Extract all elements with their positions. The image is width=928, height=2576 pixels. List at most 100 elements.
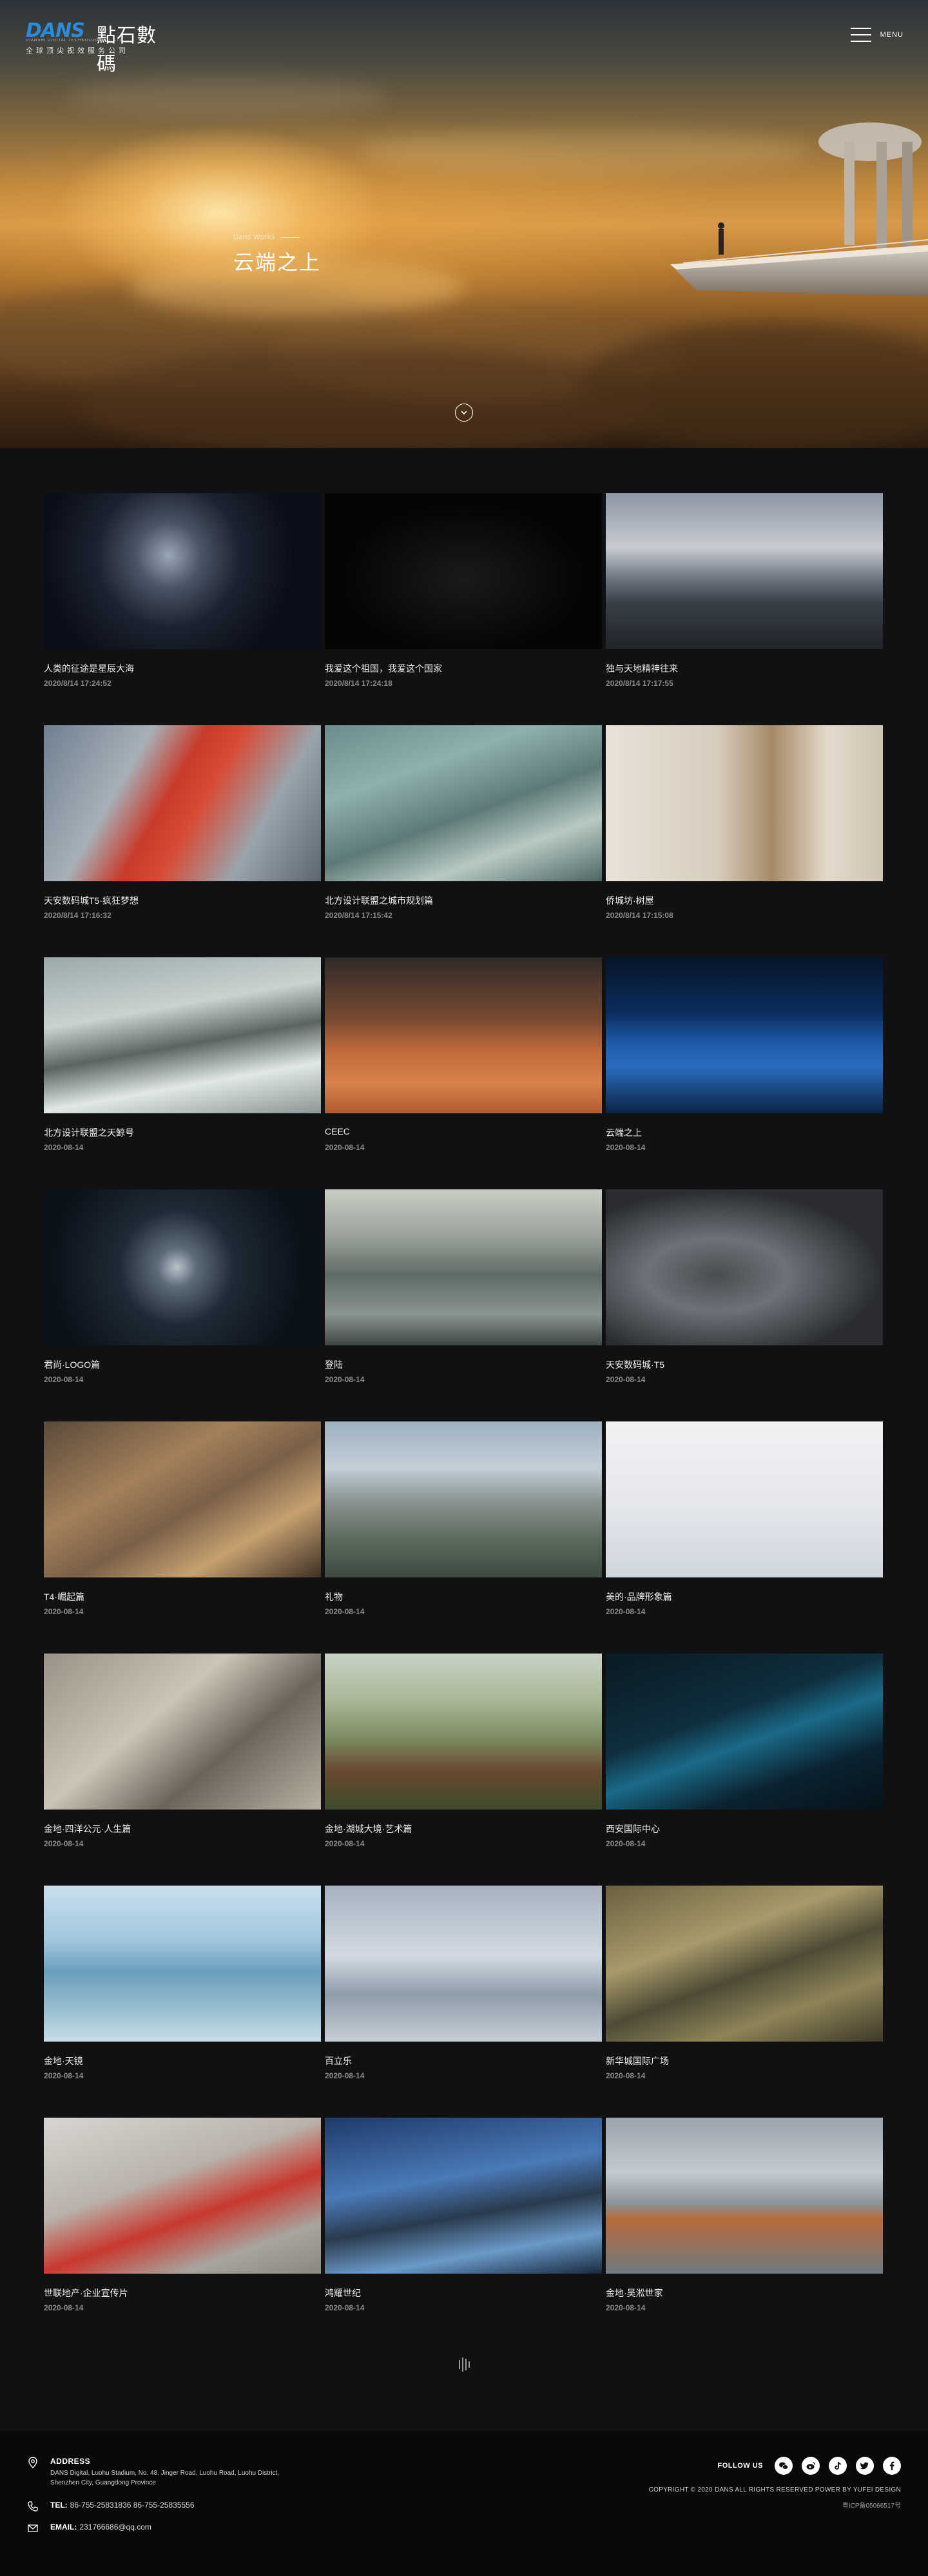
email-icon xyxy=(28,2524,38,2532)
load-more-icon[interactable] xyxy=(458,2356,470,2373)
work-title[interactable]: 礼物 xyxy=(325,1590,602,1602)
menu-button[interactable]: MENU xyxy=(850,27,904,43)
work-thumbnail[interactable] xyxy=(44,1654,321,1810)
site-logo[interactable]: DANS 點石數碼 DIANSHI DIGITAL TECHNOLOGY CO.… xyxy=(26,19,174,75)
work-title[interactable]: 登陆 xyxy=(325,1358,602,1370)
work-thumbnail[interactable] xyxy=(44,957,321,1113)
work-thumbnail[interactable] xyxy=(606,2118,883,2274)
work-card[interactable]: 北方设计联盟之城市规划篇 2020/8/14 17:15:42 xyxy=(325,725,602,957)
work-thumbnail[interactable] xyxy=(606,493,883,649)
work-card[interactable]: 新华城国际广场 2020-08-14 xyxy=(606,1886,883,2118)
work-card[interactable]: 美的·品牌形象篇 2020-08-14 xyxy=(606,1421,883,1654)
work-title[interactable]: 金地·吴淞世家 xyxy=(606,2287,883,2298)
work-thumbnail[interactable] xyxy=(44,1886,321,2042)
work-thumbnail[interactable] xyxy=(44,1421,321,1577)
work-title[interactable]: 世联地产·企业宣传片 xyxy=(44,2287,321,2298)
work-thumbnail[interactable] xyxy=(44,1189,321,1345)
twitter-button[interactable] xyxy=(856,2457,874,2475)
work-title[interactable]: 独与天地精神往来 xyxy=(606,662,883,674)
work-card[interactable]: CEEC 2020-08-14 xyxy=(325,957,602,1189)
wechat-button[interactable] xyxy=(775,2457,793,2475)
tel-value[interactable]: 86-755-25831836 86-755-25835556 xyxy=(70,2501,195,2510)
social-and-legal: FOLLOW US COPYRIGHT © 2020 DANS ALL RIGH… xyxy=(566,2457,901,2510)
work-date: 2020-08-14 xyxy=(44,2303,84,2312)
work-date: 2020/8/14 17:16:32 xyxy=(44,911,111,920)
work-title[interactable]: 鸿耀世纪 xyxy=(325,2287,602,2298)
work-title[interactable]: 云端之上 xyxy=(606,1126,883,1138)
work-title[interactable]: 天安数码城T5·疯狂梦想 xyxy=(44,894,321,906)
work-date: 2020-08-14 xyxy=(325,2303,365,2312)
work-card[interactable]: 登陆 2020-08-14 xyxy=(325,1189,602,1421)
work-card[interactable]: 世联地产·企业宣传片 2020-08-14 xyxy=(44,2118,321,2350)
work-title[interactable]: 新华城国际广场 xyxy=(606,2054,883,2066)
work-thumbnail[interactable] xyxy=(325,957,602,1113)
work-thumbnail[interactable] xyxy=(44,2118,321,2274)
work-card[interactable]: 北方设计联盟之天鲸号 2020-08-14 xyxy=(44,957,321,1189)
work-card[interactable]: 西安国际中心 2020-08-14 xyxy=(606,1654,883,1886)
work-title[interactable]: 百立乐 xyxy=(325,2054,602,2066)
work-title[interactable]: 美的·品牌形象篇 xyxy=(606,1590,883,1602)
work-card[interactable]: 人类的征途是星辰大海 2020/8/14 17:24:52 xyxy=(44,493,321,725)
facebook-icon xyxy=(889,2461,894,2470)
tiktok-button[interactable] xyxy=(829,2457,847,2475)
work-card[interactable]: 君尚·LOGO篇 2020-08-14 xyxy=(44,1189,321,1421)
weibo-button[interactable] xyxy=(802,2457,820,2475)
work-title[interactable]: 西安国际中心 xyxy=(606,1822,883,1834)
work-card[interactable]: 礼物 2020-08-14 xyxy=(325,1421,602,1654)
twitter-icon xyxy=(860,2462,869,2470)
work-card[interactable]: 金地·吴淞世家 2020-08-14 xyxy=(606,2118,883,2350)
work-thumbnail[interactable] xyxy=(325,1421,602,1577)
work-title[interactable]: CEEC xyxy=(325,1126,602,1138)
scroll-down-button[interactable] xyxy=(455,404,473,422)
work-thumbnail[interactable] xyxy=(325,725,602,881)
facebook-button[interactable] xyxy=(883,2457,901,2475)
work-thumbnail[interactable] xyxy=(606,1654,883,1810)
contact-info: ADDRESS DANS Digital, Luohu Stadium, No.… xyxy=(26,2457,412,2544)
work-thumbnail[interactable] xyxy=(606,725,883,881)
address-line-1: DANS Digital, Luohu Stadium, No. 48, Jin… xyxy=(50,2470,280,2477)
work-title[interactable]: 金地·天镜 xyxy=(44,2054,321,2066)
work-title[interactable]: 北方设计联盟之城市规划篇 xyxy=(325,894,602,906)
work-thumbnail[interactable] xyxy=(325,493,602,649)
work-date: 2020-08-14 xyxy=(606,1143,646,1152)
work-thumbnail[interactable] xyxy=(325,2118,602,2274)
work-title[interactable]: 金地·湖城大境·艺术篇 xyxy=(325,1822,602,1834)
work-title[interactable]: 北方设计联盟之天鲸号 xyxy=(44,1126,321,1138)
work-card[interactable]: 侨城坊·树屋 2020/8/14 17:15:08 xyxy=(606,725,883,957)
work-thumbnail[interactable] xyxy=(325,1886,602,2042)
work-thumbnail[interactable] xyxy=(325,1654,602,1810)
work-title[interactable]: T4·崛起篇 xyxy=(44,1590,321,1602)
work-card[interactable]: 金地·四洋公元·人生篇 2020-08-14 xyxy=(44,1654,321,1886)
work-card[interactable]: 云端之上 2020-08-14 xyxy=(606,957,883,1189)
work-card[interactable]: 我爱这个祖国，我爱这个国家 2020/8/14 17:24:18 xyxy=(325,493,602,725)
work-date: 2020-08-14 xyxy=(325,1375,365,1384)
work-thumbnail[interactable] xyxy=(44,725,321,881)
work-thumbnail[interactable] xyxy=(606,957,883,1113)
work-title[interactable]: 天安数码城·T5 xyxy=(606,1358,883,1370)
work-title[interactable]: 侨城坊·树屋 xyxy=(606,894,883,906)
menu-label: MENU xyxy=(880,31,904,39)
work-title[interactable]: 君尚·LOGO篇 xyxy=(44,1358,321,1370)
work-card[interactable]: 金地·湖城大境·艺术篇 2020-08-14 xyxy=(325,1654,602,1886)
work-card[interactable]: 天安数码城·T5 2020-08-14 xyxy=(606,1189,883,1421)
work-thumbnail[interactable] xyxy=(44,493,321,649)
address-block: ADDRESS DANS Digital, Luohu Stadium, No.… xyxy=(26,2457,412,2488)
hero-eyebrow: Dans Works xyxy=(233,233,300,241)
work-card[interactable]: 鸿耀世纪 2020-08-14 xyxy=(325,2118,602,2350)
work-card[interactable]: 百立乐 2020-08-14 xyxy=(325,1886,602,2118)
work-date: 2020-08-14 xyxy=(606,1607,646,1616)
work-title[interactable]: 人类的征途是星辰大海 xyxy=(44,662,321,674)
work-card[interactable]: 天安数码城T5·疯狂梦想 2020/8/14 17:16:32 xyxy=(44,725,321,957)
work-title[interactable]: 我爱这个祖国，我爱这个国家 xyxy=(325,662,602,674)
site-footer: ADDRESS DANS Digital, Luohu Stadium, No.… xyxy=(0,2431,928,2576)
work-thumbnail[interactable] xyxy=(606,1189,883,1345)
icp-license[interactable]: 粤ICP备05066517号 xyxy=(566,2500,901,2510)
work-title[interactable]: 金地·四洋公元·人生篇 xyxy=(44,1822,321,1834)
work-card[interactable]: T4·崛起篇 2020-08-14 xyxy=(44,1421,321,1654)
work-thumbnail[interactable] xyxy=(606,1421,883,1577)
work-card[interactable]: 独与天地精神往来 2020/8/14 17:17:55 xyxy=(606,493,883,725)
work-thumbnail[interactable] xyxy=(606,1886,883,2042)
email-value[interactable]: 231766686@qq.com xyxy=(79,2522,151,2532)
work-thumbnail[interactable] xyxy=(325,1189,602,1345)
work-card[interactable]: 金地·天镜 2020-08-14 xyxy=(44,1886,321,2118)
